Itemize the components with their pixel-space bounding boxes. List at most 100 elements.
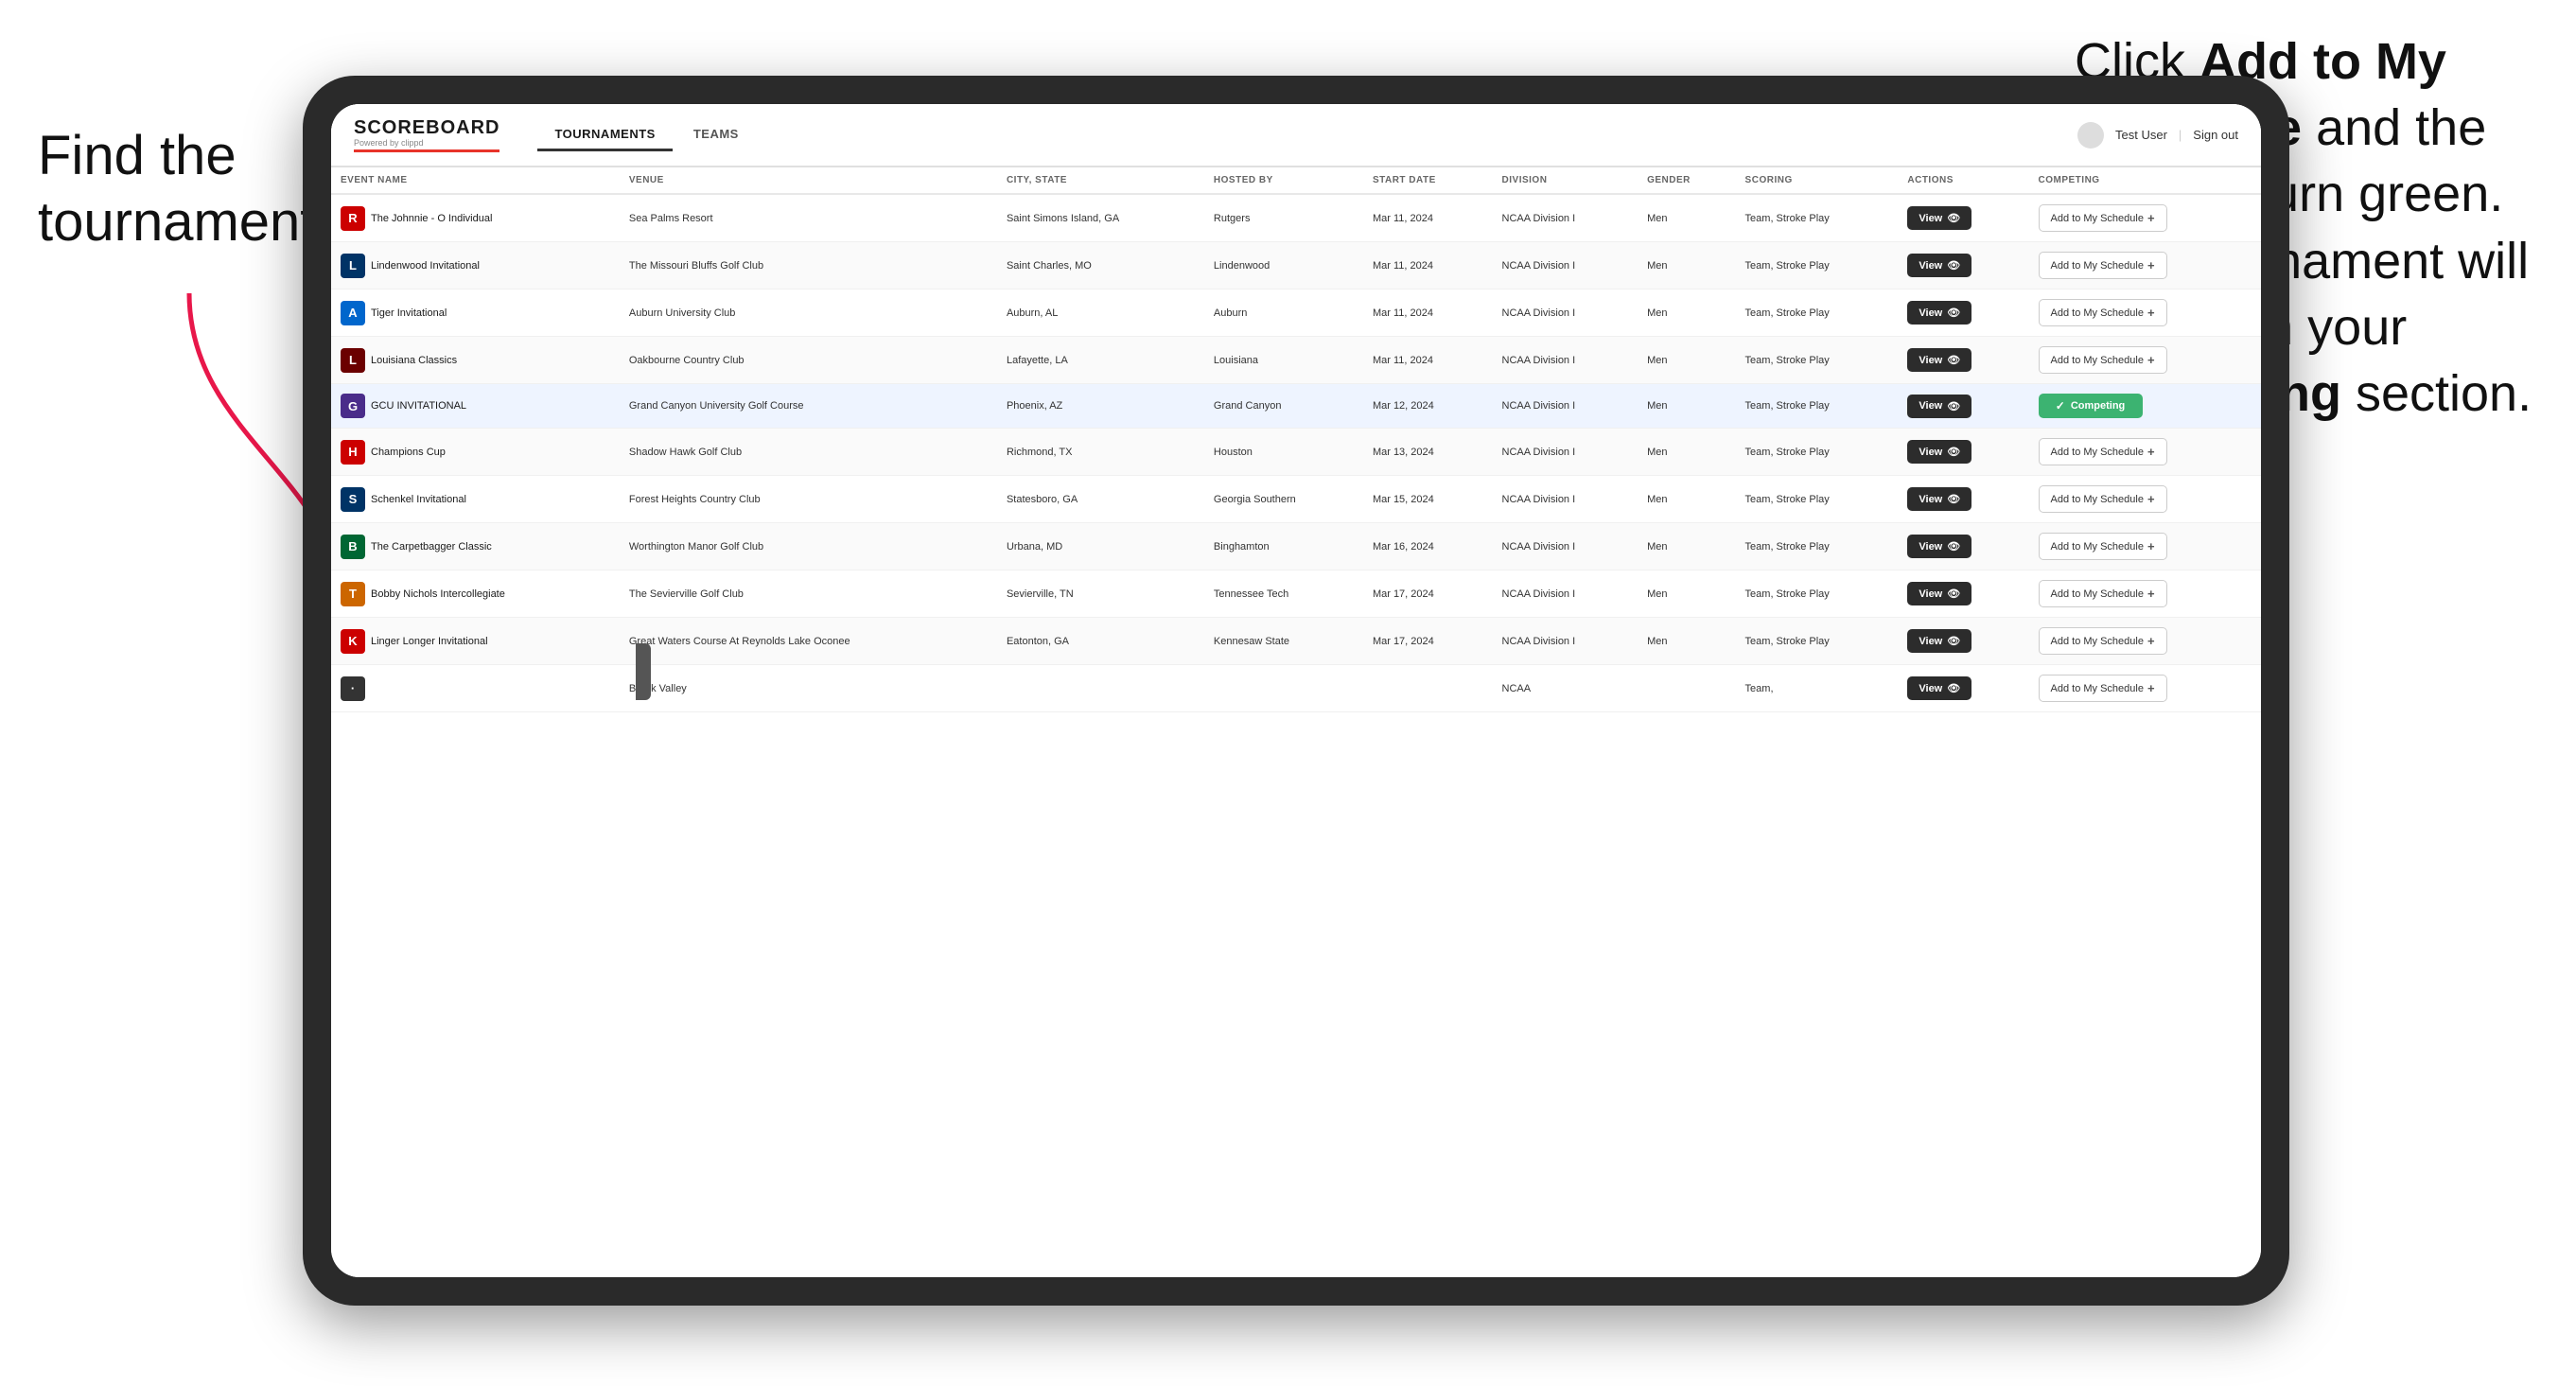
eye-icon: 👁: [1947, 307, 1960, 319]
venue-text: Forest Heights Country Club: [629, 494, 761, 505]
add-label: Add to My Schedule: [2051, 588, 2144, 600]
table-row: T Bobby Nichols Intercollegiate The Sevi…: [331, 570, 2261, 618]
date-text: Mar 16, 2024: [1373, 541, 1434, 553]
venue-cell: Sea Palms Resort: [620, 194, 997, 242]
add-to-schedule-button[interactable]: Add to My Schedule +: [2039, 204, 2167, 232]
view-button[interactable]: View 👁: [1907, 676, 1971, 700]
city-text: Eatonton, GA: [1007, 636, 1069, 647]
add-to-schedule-button[interactable]: Add to My Schedule +: [2039, 299, 2167, 326]
view-button[interactable]: View 👁: [1907, 395, 1971, 418]
sign-out-link[interactable]: Sign out: [2193, 128, 2238, 142]
add-to-schedule-button[interactable]: Add to My Schedule +: [2039, 627, 2167, 655]
add-to-schedule-button[interactable]: Add to My Schedule +: [2039, 580, 2167, 607]
table-container[interactable]: EVENT NAME VENUE CITY, STATE HOSTED BY S…: [331, 167, 2261, 1277]
actions-cell: View 👁: [1898, 242, 2028, 289]
date-text: Mar 11, 2024: [1373, 355, 1433, 366]
competing-button[interactable]: ✓ Competing: [2039, 394, 2143, 418]
view-button[interactable]: View 👁: [1907, 254, 1971, 277]
actions-cell: View 👁: [1898, 384, 2028, 429]
view-button[interactable]: View 👁: [1907, 301, 1971, 325]
division-cell: NCAA Division I: [1493, 476, 1638, 523]
division-text: NCAA: [1502, 683, 1532, 694]
gender-cell: [1638, 665, 1735, 712]
logo-underline: [354, 149, 499, 152]
add-to-schedule-button[interactable]: Add to My Schedule +: [2039, 533, 2167, 560]
event-name-text: Linger Longer Invitational: [371, 636, 488, 647]
team-logo: G: [341, 394, 365, 418]
city-text: Richmond, TX: [1007, 447, 1073, 458]
city-text: Saint Simons Island, GA: [1007, 213, 1119, 224]
venue-cell: The Missouri Bluffs Golf Club: [620, 242, 997, 289]
city-state-cell: Sevierville, TN: [997, 570, 1204, 618]
nav-tabs: TOURNAMENTS TEAMS: [537, 119, 2049, 151]
view-button[interactable]: View 👁: [1907, 440, 1971, 464]
add-to-schedule-button[interactable]: Add to My Schedule +: [2039, 675, 2167, 702]
tab-teams[interactable]: TEAMS: [676, 119, 756, 151]
start-date-cell: Mar 17, 2024: [1363, 570, 1493, 618]
view-button[interactable]: View 👁: [1907, 206, 1971, 230]
logo-powered: Powered by clippd: [354, 138, 499, 148]
col-division: DIVISION: [1493, 167, 1638, 194]
tab-tournaments[interactable]: TOURNAMENTS: [537, 119, 672, 151]
venue-cell: Great Waters Course At Reynolds Lake Oco…: [620, 618, 997, 665]
user-avatar: [2077, 122, 2104, 149]
plus-icon: +: [2147, 306, 2155, 320]
division-text: NCAA Division I: [1502, 588, 1576, 600]
col-scoring: SCORING: [1736, 167, 1899, 194]
venue-cell: The Sevierville Golf Club: [620, 570, 997, 618]
scoring-text: Team, Stroke Play: [1745, 213, 1830, 224]
add-to-schedule-button[interactable]: Add to My Schedule +: [2039, 252, 2167, 279]
division-cell: NCAA Division I: [1493, 523, 1638, 570]
col-hosted-by: HOSTED BY: [1204, 167, 1363, 194]
hosted-by-cell: Auburn: [1204, 289, 1363, 337]
event-name-cell: S Schenkel Invitational: [331, 476, 620, 523]
view-button[interactable]: View 👁: [1907, 348, 1971, 372]
table-row: H Champions Cup Shadow Hawk Golf Club Ri…: [331, 429, 2261, 476]
view-button[interactable]: View 👁: [1907, 629, 1971, 653]
city-text: Phoenix, AZ: [1007, 400, 1062, 412]
add-to-schedule-button[interactable]: Add to My Schedule +: [2039, 438, 2167, 465]
start-date-cell: Mar 11, 2024: [1363, 289, 1493, 337]
hosted-text: Tennessee Tech: [1214, 588, 1288, 600]
gender-text: Men: [1647, 400, 1667, 412]
pipe-divider: |: [2179, 128, 2182, 142]
actions-cell: View 👁: [1898, 337, 2028, 384]
tournaments-table: EVENT NAME VENUE CITY, STATE HOSTED BY S…: [331, 167, 2261, 712]
date-text: Mar 11, 2024: [1373, 213, 1433, 224]
hosted-by-cell: Georgia Southern: [1204, 476, 1363, 523]
eye-icon: 👁: [1947, 354, 1960, 366]
team-logo: K: [341, 629, 365, 654]
table-row: R The Johnnie - O Individual Sea Palms R…: [331, 194, 2261, 242]
view-label: View: [1919, 355, 1942, 366]
venue-text: Auburn University Club: [629, 307, 736, 319]
event-name-text: The Carpetbagger Classic: [371, 541, 492, 553]
add-to-schedule-button[interactable]: Add to My Schedule +: [2039, 485, 2167, 513]
view-button[interactable]: View 👁: [1907, 582, 1971, 605]
competing-label: Competing: [2071, 400, 2125, 412]
city-text: Saint Charles, MO: [1007, 260, 1092, 272]
scoring-cell: Team, Stroke Play: [1736, 384, 1899, 429]
actions-cell: View 👁: [1898, 194, 2028, 242]
scoring-cell: Team, Stroke Play: [1736, 618, 1899, 665]
venue-cell: Brook Valley: [620, 665, 997, 712]
start-date-cell: Mar 11, 2024: [1363, 242, 1493, 289]
event-name-cell: A Tiger Invitational: [331, 289, 620, 337]
col-actions: ACTIONS: [1898, 167, 2028, 194]
add-to-schedule-button[interactable]: Add to My Schedule +: [2039, 346, 2167, 374]
start-date-cell: Mar 13, 2024: [1363, 429, 1493, 476]
table-row: L Lindenwood Invitational The Missouri B…: [331, 242, 2261, 289]
event-name-text: Lindenwood Invitational: [371, 260, 480, 272]
view-button[interactable]: View 👁: [1907, 535, 1971, 558]
view-button[interactable]: View 👁: [1907, 487, 1971, 511]
sidebar-toggle[interactable]: [636, 643, 651, 700]
eye-icon: 👁: [1947, 540, 1960, 553]
gender-text: Men: [1647, 213, 1667, 224]
scoring-cell: Team, Stroke Play: [1736, 570, 1899, 618]
table-row: B The Carpetbagger Classic Worthington M…: [331, 523, 2261, 570]
col-start-date: START DATE: [1363, 167, 1493, 194]
logo-scoreboard: SCOREBOARD: [354, 117, 499, 139]
scoring-text: Team, Stroke Play: [1745, 447, 1830, 458]
division-text: NCAA Division I: [1502, 636, 1576, 647]
gender-cell: Men: [1638, 384, 1735, 429]
hosted-text: Georgia Southern: [1214, 494, 1296, 505]
